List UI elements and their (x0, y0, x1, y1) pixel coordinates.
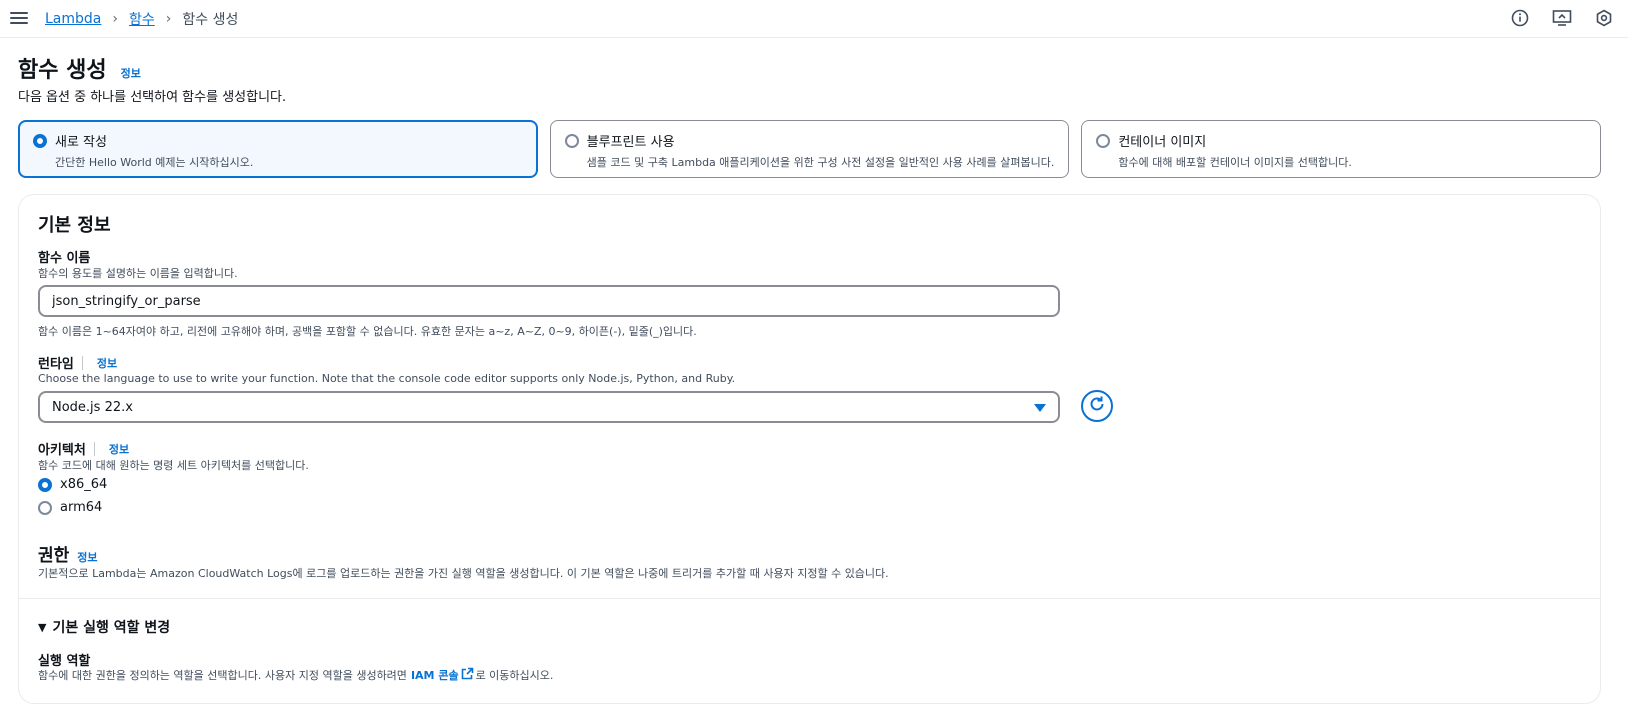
architecture-label-row: 아키텍처 정보 (38, 439, 129, 458)
option-author-from-scratch[interactable]: 새로 작성 간단한 Hello World 예제는 시작하십시오. (18, 120, 538, 178)
menu-icon[interactable] (10, 9, 28, 27)
architecture-option-label: arm64 (60, 500, 103, 515)
chevron-right-icon: › (112, 11, 118, 27)
architecture-info-link[interactable]: 정보 (109, 441, 129, 457)
option-subtitle: 함수에 대해 배포할 컨테이너 이미지를 선택합니다. (1118, 156, 1352, 169)
option-title: 새로 작성 (55, 135, 107, 150)
caret-down-icon (1034, 402, 1046, 417)
breadcrumb-lambda[interactable]: Lambda (45, 11, 101, 27)
architecture-option-arm64[interactable]: arm64 (38, 500, 102, 515)
execution-role-desc-suffix: 로 이동하십시오. (475, 669, 554, 682)
radio-unselected-icon (564, 133, 579, 152)
radio-unselected-icon (1096, 133, 1111, 152)
breadcrumb-current: 함수 생성 (182, 12, 239, 28)
runtime-label-row: 런타임 정보 (38, 353, 117, 372)
refresh-runtime-button[interactable] (1081, 390, 1113, 422)
radio-selected-icon (33, 133, 47, 152)
permissions-info-link[interactable]: 정보 (77, 549, 97, 565)
option-container-image[interactable]: 컨테이너 이미지 함수에 대해 배포할 컨테이너 이미지를 선택합니다. (1081, 120, 1602, 178)
radio-unselected-icon (38, 500, 52, 515)
option-subtitle: 간단한 Hello World 예제는 시작하십시오. (55, 156, 254, 169)
top-icons (1510, 8, 1614, 28)
function-name-label: 함수 이름 (38, 251, 91, 266)
feedback-icon[interactable] (1552, 8, 1572, 28)
permissions-title: 권한 (38, 546, 70, 566)
permissions-description: 기본적으로 Lambda는 Amazon CloudWatch Logs에 로그… (38, 567, 889, 580)
page-header: 함수 생성 정보 (18, 52, 141, 84)
option-title: 블루프린트 사용 (586, 135, 675, 150)
runtime-value: Node.js 22.x (52, 399, 133, 415)
section-title: 기본 정보 (38, 215, 111, 236)
runtime-select[interactable]: Node.js 22.x (38, 391, 1060, 423)
function-name-constraint: 함수 이름은 1~64자여야 하고, 리전에 고유해야 하며, 공백을 포함할 … (38, 325, 697, 338)
change-execution-role-toggle[interactable]: ▼ 기본 실행 역할 변경 (38, 617, 170, 637)
breadcrumb: Lambda › 함수 › 함수 생성 (45, 9, 238, 29)
top-navigation: Lambda › 함수 › 함수 생성 (0, 0, 1628, 38)
runtime-label: 런타임 (38, 357, 74, 372)
expand-label: 기본 실행 역할 변경 (52, 620, 171, 636)
function-name-input[interactable] (38, 285, 1060, 317)
info-icon[interactable] (1510, 8, 1530, 28)
basic-info-panel: 기본 정보 함수 이름 함수의 용도를 설명하는 이름을 입력합니다. 함수 이… (18, 194, 1601, 704)
architecture-option-x86_64[interactable]: x86_64 (38, 477, 107, 492)
execution-role-description: 함수에 대한 권한을 정의하는 역할을 선택합니다. 사용자 지정 역할을 생성… (38, 667, 553, 683)
runtime-description: Choose the language to use to write your… (38, 372, 736, 385)
page-title: 함수 생성 (18, 58, 107, 83)
option-use-blueprint[interactable]: 블루프린트 사용 샘플 코드 및 구축 Lambda 애플리케이션을 위한 구성… (549, 120, 1070, 178)
breadcrumb-functions[interactable]: 함수 (129, 9, 155, 29)
iam-console-link[interactable]: IAM 콘솔 (411, 667, 459, 683)
runtime-info-link[interactable]: 정보 (97, 355, 117, 371)
permissions-header: 권한 정보 (38, 541, 98, 566)
info-link[interactable]: 정보 (121, 65, 141, 81)
architecture-label: 아키텍처 (38, 443, 86, 458)
execution-role-desc-prefix: 함수에 대한 권한을 정의하는 역할을 선택합니다. 사용자 지정 역할을 생성… (38, 669, 407, 682)
architecture-description: 함수 코드에 대해 원하는 명령 세트 아키텍처를 선택합니다. (38, 459, 309, 472)
refresh-icon (1088, 395, 1106, 417)
function-name-description: 함수의 용도를 설명하는 이름을 입력합니다. (38, 267, 238, 280)
architecture-option-label: x86_64 (60, 477, 108, 492)
chevron-right-icon: › (165, 11, 172, 27)
radio-selected-icon (38, 477, 52, 492)
caret-down-icon: ▼ (38, 620, 47, 634)
option-title: 컨테이너 이미지 (1118, 135, 1207, 150)
divider (19, 598, 1600, 599)
creation-options: 새로 작성 간단한 Hello World 예제는 시작하십시오. 블루프린트 … (18, 120, 1602, 178)
settings-hexagon-icon[interactable] (1594, 8, 1614, 28)
page-description: 다음 옵션 중 하나를 선택하여 함수를 생성합니다. (18, 90, 287, 105)
option-subtitle: 샘플 코드 및 구축 Lambda 애플리케이션을 위한 구성 사전 설정을 일… (586, 156, 1055, 169)
external-link-icon[interactable] (461, 667, 474, 683)
